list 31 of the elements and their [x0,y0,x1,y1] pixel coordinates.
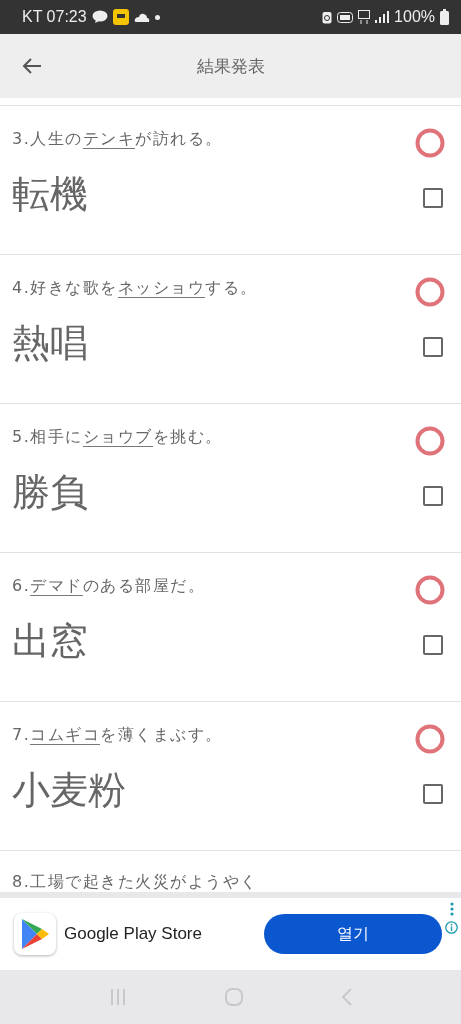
back-arrow-icon [22,57,42,75]
dot-icon [154,14,160,20]
answer-text: 勝負 [12,469,88,516]
more-icon[interactable] [449,902,454,916]
question-text: 8.工場で起きた火災がようやく [12,871,259,892]
checkbox[interactable] [423,486,443,506]
cloud-icon [133,12,150,22]
answer-text: 小麦粉 [12,767,126,814]
app-icon [112,9,129,25]
signal-icon [375,11,390,23]
question-text: 5.相手に ショウブ を挑む。 [12,426,223,448]
chat-bubble-icon [91,10,108,24]
checkbox[interactable] [423,635,443,655]
hd-icon [337,11,354,23]
carrier-time: KT 07:23 [22,8,87,26]
checkbox[interactable] [423,337,443,357]
question-text: 7.コムギコ を薄くまぶす。 [12,724,223,746]
screen-title: 結果発表 [196,54,265,78]
info-icon[interactable] [445,921,458,934]
open-button[interactable]: 열기 [264,914,442,954]
battery-percent: 100% [394,8,435,26]
answer-text: 転機 [12,171,88,218]
checkbox[interactable] [423,784,443,804]
app-name: Google Play Store [64,924,203,944]
battery-icon [440,9,449,25]
question-text: 6.デマドのある部屋だ。 [12,575,206,597]
answer-text: 熱唱 [12,320,88,367]
answer-text: 出窓 [12,618,88,665]
checkbox[interactable] [423,188,443,208]
question-text: 3.人生のテンキが訪れる。 [12,128,223,150]
question-text: 4.好きな歌を ネッショウする。 [12,277,258,299]
